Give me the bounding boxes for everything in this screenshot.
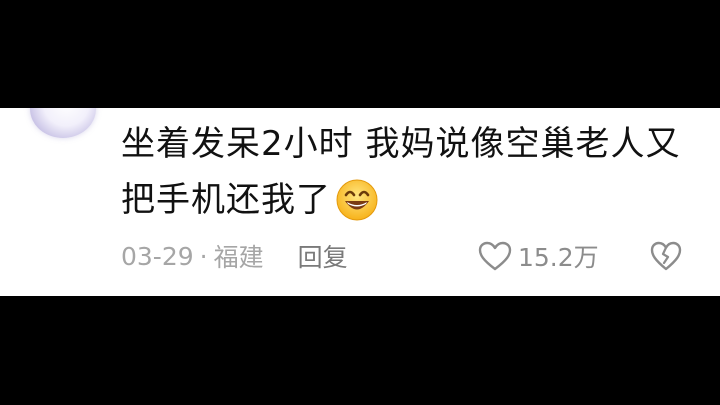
comment-card: 坐着发呆2小时 我妈说像空巢老人又 把手机还我了 03-29 · 福建 回复 1… <box>0 108 720 296</box>
grinning-face-emoji-icon <box>336 179 378 221</box>
avatar[interactable] <box>30 108 96 138</box>
comment-line-2-row: 把手机还我了 <box>121 172 681 228</box>
like-button[interactable]: 15.2万 <box>478 236 599 276</box>
comment-text: 坐着发呆2小时 我妈说像空巢老人又 把手机还我了 <box>121 116 681 228</box>
reply-button[interactable]: 回复 <box>298 238 348 274</box>
comment-date: 03-29 <box>121 241 194 271</box>
comment-meta: 03-29 · 福建 回复 <box>121 236 348 276</box>
like-count: 15.2万 <box>518 243 599 272</box>
meta-separator: · <box>199 241 208 271</box>
comment-location: 福建 <box>213 243 264 272</box>
broken-heart-icon[interactable] <box>650 241 682 271</box>
heart-outline-icon <box>478 241 512 271</box>
video-frame: 坐着发呆2小时 我妈说像空巢老人又 把手机还我了 03-29 · 福建 回复 1… <box>0 0 720 405</box>
comment-line-2: 把手机还我了 <box>121 180 331 220</box>
comment-line-1: 坐着发呆2小时 我妈说像空巢老人又 <box>121 124 681 164</box>
